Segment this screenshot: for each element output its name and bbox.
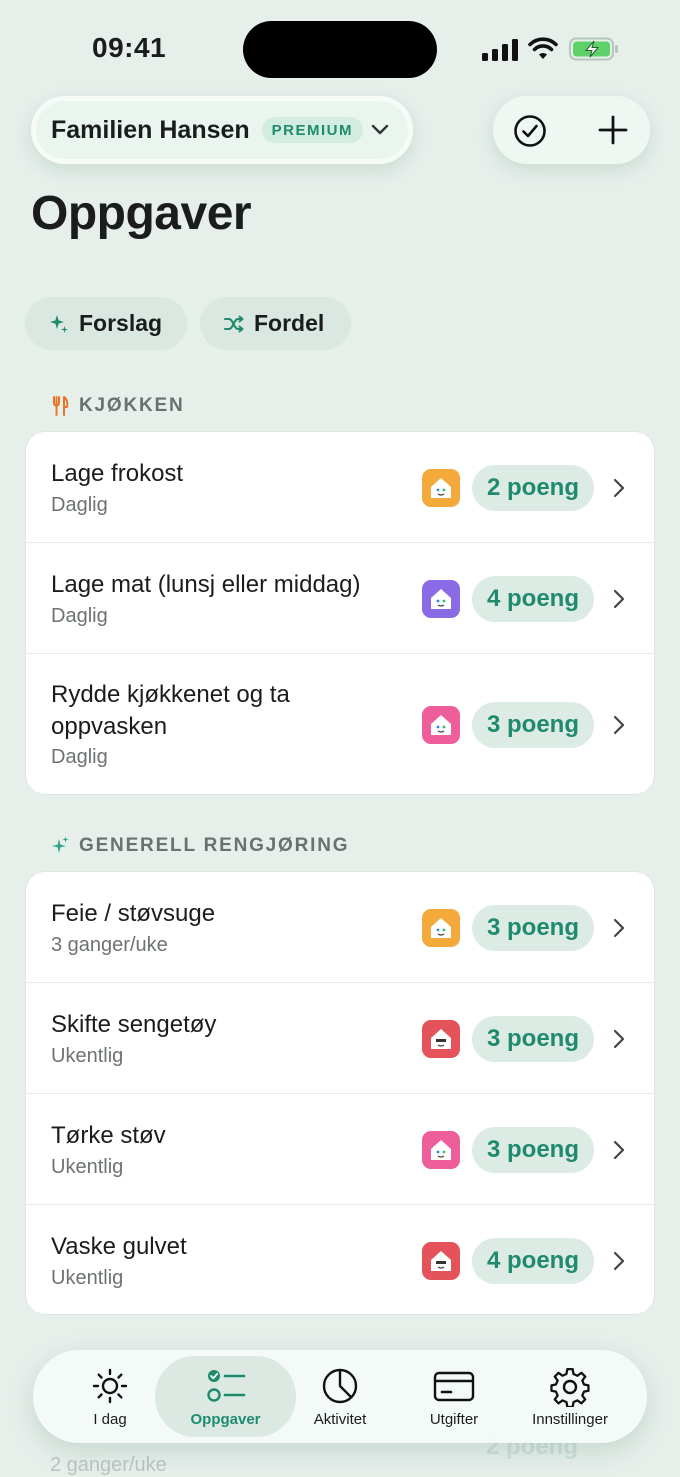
- avatar: [422, 706, 460, 744]
- distribute-button[interactable]: Fordel: [200, 297, 351, 350]
- task-title: Lage mat (lunsj eller middag): [51, 571, 361, 598]
- house-face-icon: [431, 715, 451, 735]
- task-frequency: Ukentlig: [51, 1045, 124, 1067]
- points-badge: 3 poeng: [472, 702, 594, 748]
- shuffle-icon: [224, 315, 244, 332]
- sparkle-icon: [52, 836, 69, 853]
- task-row[interactable]: Lage mat (lunsj eller middag) Daglig 4 p…: [26, 543, 654, 654]
- premium-badge: PREMIUM: [261, 117, 364, 143]
- credit-card-icon: [433, 1371, 475, 1402]
- points-badge: 4 poeng: [472, 1238, 594, 1284]
- section-header-kitchen: KJØKKEN: [52, 395, 185, 417]
- suggestions-button[interactable]: Forslag: [25, 297, 187, 350]
- task-row[interactable]: Tørke støv Ukentlig 3 poeng: [26, 1094, 654, 1205]
- task-frequency: Daglig: [51, 494, 108, 516]
- avatar: [422, 909, 460, 947]
- family-name: Familien Hansen: [51, 115, 250, 144]
- house-face-icon: [431, 1251, 451, 1271]
- task-card-cleaning: Feie / støvsuge 3 ganger/uke 3 poeng Ski…: [25, 871, 655, 1315]
- plus-icon[interactable]: [597, 114, 629, 146]
- task-frequency: Ukentlig: [51, 1267, 124, 1289]
- tab-label: Aktivitet: [313, 1411, 367, 1428]
- avatar: [422, 1131, 460, 1169]
- avatar: [422, 469, 460, 507]
- tab-bar: I dag Oppgaver Aktivitet Utgifter Innsti…: [33, 1350, 647, 1443]
- sun-icon: [92, 1368, 128, 1404]
- tab-utgifter[interactable]: Utgifter: [418, 1350, 490, 1443]
- task-frequency: 3 ganger/uke: [51, 934, 168, 956]
- task-title: Feie / støvsuge: [51, 900, 216, 927]
- tab-label: Innstillinger: [532, 1411, 608, 1428]
- task-title: Lage frokost: [51, 460, 184, 487]
- task-frequency: Daglig: [51, 746, 108, 768]
- tab-label: Utgifter: [429, 1411, 479, 1428]
- section-title: GENERELL RENGJØRING: [79, 835, 350, 856]
- chevron-down-icon: [371, 124, 389, 135]
- points-badge: 3 poeng: [472, 1127, 594, 1173]
- house-face-icon: [431, 1140, 451, 1160]
- house-face-icon: [431, 478, 451, 498]
- status-time: 09:41: [92, 32, 167, 63]
- section-title: KJØKKEN: [79, 395, 185, 416]
- pie-chart-icon: [322, 1368, 358, 1404]
- task-title: Vaske gulvet: [51, 1233, 187, 1260]
- task-title: Tørke støv: [51, 1122, 166, 1149]
- house-face-icon: [431, 589, 451, 609]
- dynamic-island: [243, 21, 437, 78]
- task-frequency: 2 ganger/uke: [50, 1454, 167, 1476]
- chevron-right-icon: [613, 1029, 625, 1049]
- status-bar: 09:41: [0, 0, 680, 96]
- chevron-right-icon: [613, 918, 625, 938]
- check-circle-icon[interactable]: [513, 114, 547, 148]
- family-selector[interactable]: Familien Hansen PREMIUM: [31, 96, 413, 164]
- tab-innstillinger[interactable]: Innstillinger: [523, 1350, 617, 1443]
- sparkle-icon: [50, 314, 68, 333]
- points-badge: 3 poeng: [472, 905, 594, 951]
- task-card-kitchen: Lage frokost Daglig 2 poeng Lage mat (lu…: [25, 431, 655, 795]
- task-frequency: Ukentlig: [51, 1156, 124, 1178]
- header-actions: [493, 96, 650, 164]
- house-face-icon: [431, 918, 451, 938]
- gear-icon: [550, 1367, 590, 1407]
- chevron-right-icon: [613, 715, 625, 735]
- tab-i-dag[interactable]: I dag: [83, 1350, 137, 1443]
- section-header-cleaning: GENERELL RENGJØRING: [52, 835, 349, 857]
- chevron-right-icon: [613, 589, 625, 609]
- points-badge: 2 poeng: [472, 465, 594, 511]
- task-title: Skifte sengetøy: [51, 1011, 217, 1038]
- task-list-icon: [206, 1370, 245, 1402]
- task-frequency: Daglig: [51, 605, 108, 627]
- points-badge: 3 poeng: [472, 1016, 594, 1062]
- avatar: [422, 1020, 460, 1058]
- battery-charging-icon: [569, 37, 618, 61]
- suggestions-label: Forslag: [79, 310, 163, 336]
- task-row[interactable]: Rydde kjøkkenet og ta oppvasken Daglig 3…: [26, 654, 654, 794]
- chevron-right-icon: [613, 1251, 625, 1271]
- avatar: [422, 1242, 460, 1280]
- tab-label: Oppgaver: [190, 1411, 261, 1428]
- task-title: Rydde kjøkkenet og ta oppvasken: [51, 681, 290, 740]
- avatar: [422, 580, 460, 618]
- tab-oppgaver[interactable]: Oppgaver: [183, 1350, 268, 1443]
- tab-label: I dag: [93, 1411, 127, 1428]
- house-face-icon: [431, 1029, 451, 1049]
- fork-knife-icon: [53, 396, 69, 416]
- distribute-label: Fordel: [254, 310, 325, 336]
- task-row[interactable]: Feie / støvsuge 3 ganger/uke 3 poeng: [26, 872, 654, 983]
- cellular-signal-icon: [482, 39, 518, 61]
- task-row[interactable]: Skifte sengetøy Ukentlig 3 poeng: [26, 983, 654, 1094]
- task-row[interactable]: Lage frokost Daglig 2 poeng: [26, 432, 654, 543]
- chevron-right-icon: [613, 478, 625, 498]
- chevron-right-icon: [613, 1140, 625, 1160]
- page-title: Oppgaver: [31, 187, 252, 240]
- points-badge: 4 poeng: [472, 576, 594, 622]
- wifi-icon: [528, 37, 558, 59]
- task-row[interactable]: Vaske gulvet Ukentlig 4 poeng: [26, 1205, 654, 1314]
- tab-aktivitet[interactable]: Aktivitet: [303, 1350, 377, 1443]
